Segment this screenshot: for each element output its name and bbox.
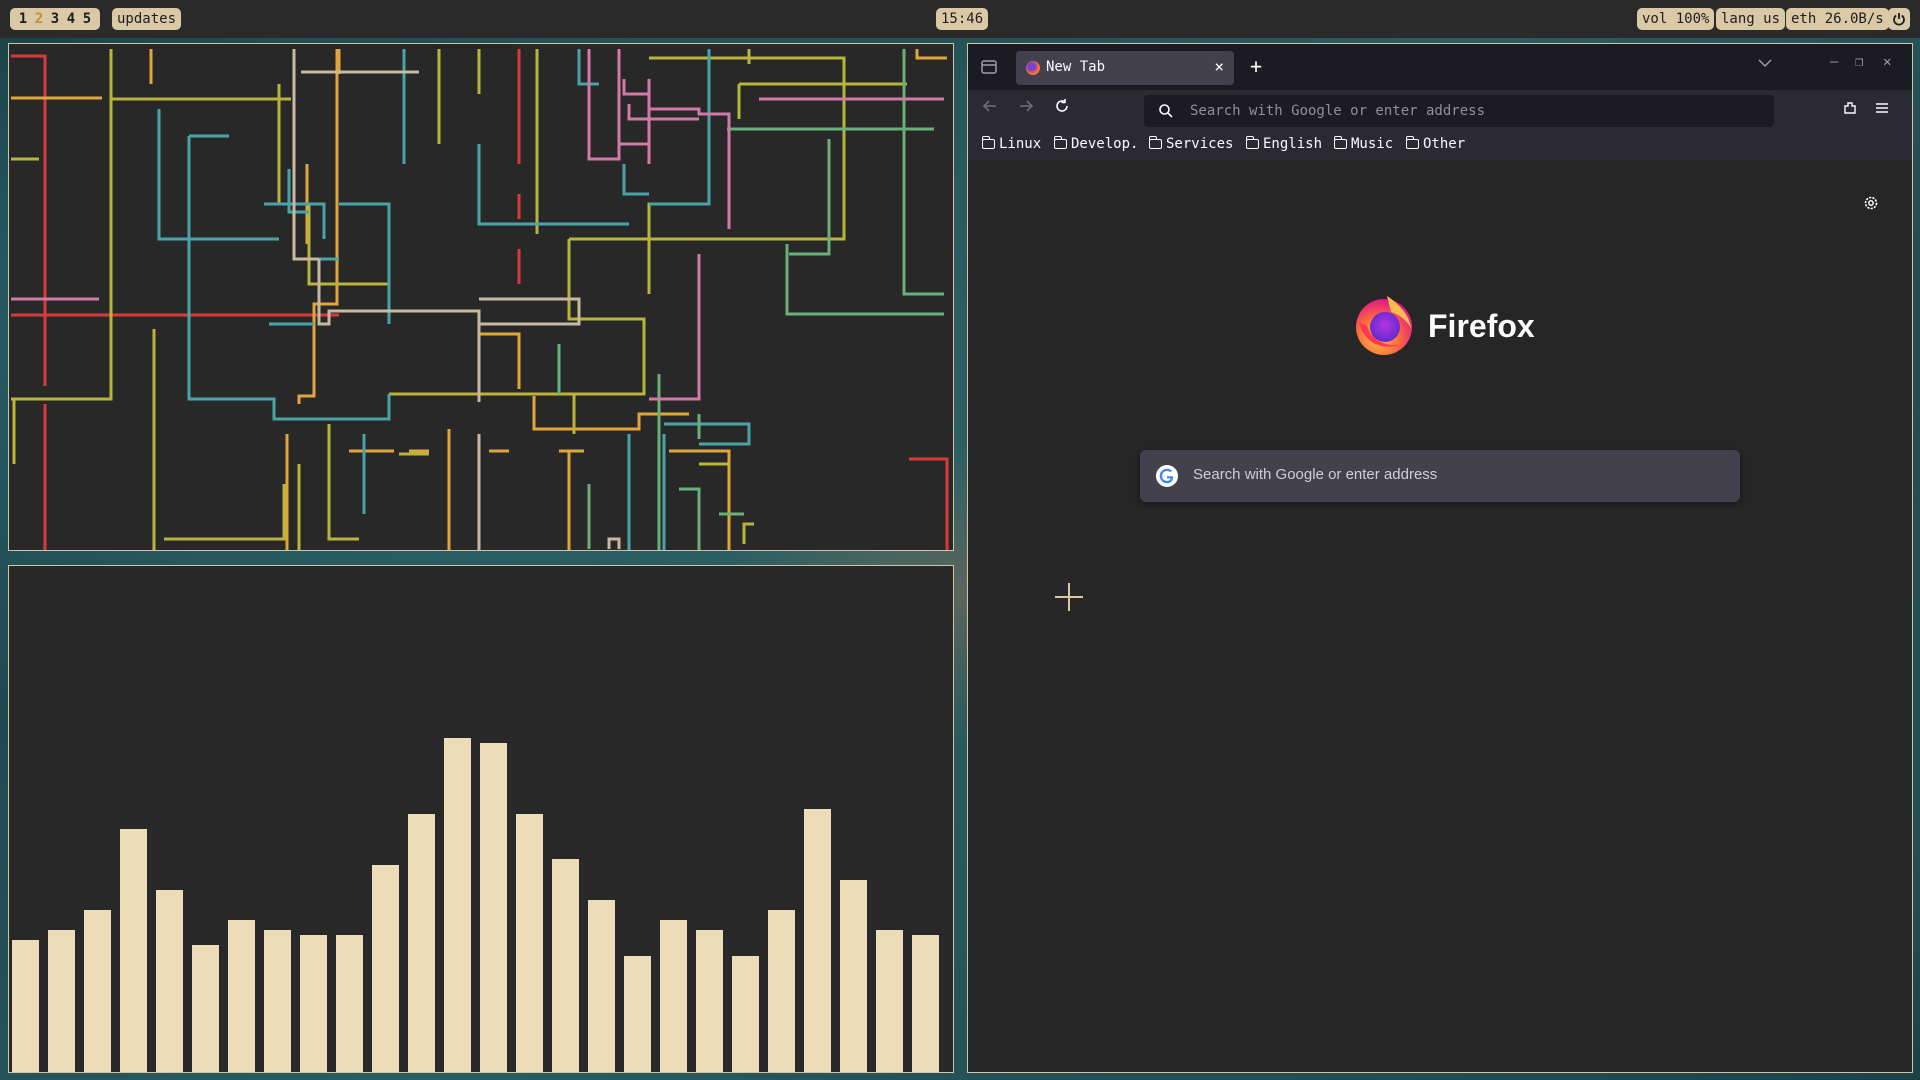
puzzle-icon (1844, 102, 1856, 114)
visualizer-bar (660, 920, 687, 1072)
new-tab-page: Firefox Search with Google or enter addr… (968, 160, 1912, 1072)
bookmark-folder-develop[interactable]: Develop. (1053, 136, 1138, 152)
visualizer-bar (48, 930, 75, 1072)
workspace-4[interactable]: 4 (63, 8, 79, 30)
menu-button[interactable] (1874, 100, 1890, 120)
search-placeholder: Search with Google or enter address (1193, 466, 1438, 483)
hamburger-menu-icon (1876, 103, 1888, 113)
tab-bar: New Tab × + – ❐ ✕ (968, 44, 1912, 90)
visualizer-bars (12, 738, 939, 1072)
visualizer-bar (264, 930, 291, 1072)
bookmark-folder-linux[interactable]: Linux (981, 136, 1041, 152)
restore-button[interactable]: ❐ (1855, 54, 1863, 70)
visualizer-bar (516, 814, 543, 1072)
visualizer-bar (336, 935, 363, 1072)
close-window-button[interactable]: ✕ (1883, 54, 1891, 70)
power-button[interactable] (1888, 8, 1910, 30)
tab-title: New Tab (1046, 59, 1106, 75)
bookmark-folder-music[interactable]: Music (1333, 136, 1393, 152)
visualizer-bar (192, 945, 219, 1072)
visualizer-bar (912, 935, 939, 1072)
tab-new-tab[interactable]: New Tab × (1016, 51, 1234, 85)
gear-icon[interactable] (1862, 194, 1880, 212)
list-all-tabs-button[interactable] (1758, 56, 1772, 72)
visualizer-bar (408, 814, 435, 1072)
folder-icon (1405, 136, 1419, 149)
visualizer-bar (444, 738, 471, 1072)
chevron-down-icon (1758, 59, 1772, 68)
visualizer-bar (120, 829, 147, 1072)
updates-widget[interactable]: updates (112, 8, 182, 30)
visualizer-bar (876, 930, 903, 1072)
back-arrow-icon (982, 100, 996, 112)
forward-arrow-icon (1020, 100, 1034, 112)
mouse-crosshair-cursor (1055, 583, 1083, 611)
reload-button[interactable] (1054, 98, 1070, 119)
minimize-button[interactable]: – (1830, 54, 1838, 70)
close-tab-icon[interactable]: × (1214, 57, 1224, 76)
language-widget[interactable]: lang us (1716, 8, 1786, 30)
audio-visualizer-window[interactable] (8, 565, 954, 1073)
workspace-switcher[interactable]: 12345 (10, 8, 100, 30)
visualizer-bar (624, 956, 651, 1072)
power-icon (1893, 13, 1905, 26)
folder-icon (1245, 136, 1259, 149)
visualizer-bar (732, 956, 759, 1072)
visualizer-bar (768, 910, 795, 1072)
folder-icon (981, 136, 995, 149)
back-button[interactable] (982, 98, 998, 119)
status-bar: 12345 updates 15:46 vol 100% lang us eth… (0, 0, 1920, 38)
visualizer-bar (300, 935, 327, 1072)
firefox-wordmark: Firefox (1428, 308, 1535, 344)
volume-widget[interactable]: vol 100% (1637, 8, 1715, 30)
folder-icon (1053, 136, 1067, 149)
folder-icon (1148, 136, 1162, 149)
visualizer-bar (480, 743, 507, 1072)
visualizer-bar (804, 809, 831, 1072)
url-bar[interactable]: Search with Google or enter address (1144, 95, 1774, 127)
firefox-window[interactable]: New Tab × + – ❐ ✕ Search with Google or … (967, 43, 1913, 1073)
bookmark-folder-services[interactable]: Services (1148, 136, 1233, 152)
visualizer-bar (84, 910, 111, 1072)
reload-icon (1056, 99, 1068, 112)
visualizer-bar (588, 900, 615, 1072)
workspace-3[interactable]: 3 (47, 8, 63, 30)
visualizer-bar (840, 880, 867, 1072)
clock: 15:46 (936, 8, 989, 30)
firefox-view-icon[interactable] (980, 58, 998, 76)
folder-icon (1333, 136, 1347, 149)
bookmark-folder-other[interactable]: Other (1405, 136, 1465, 152)
pipes-animation (11, 49, 949, 550)
forward-button[interactable] (1018, 98, 1034, 119)
extensions-button[interactable] (1842, 100, 1858, 120)
workspace-2[interactable]: 2 (31, 8, 47, 30)
visualizer-bar (228, 920, 255, 1072)
google-g-icon (1156, 465, 1178, 487)
visualizer-bar (552, 859, 579, 1072)
workspace-5[interactable]: 5 (79, 8, 95, 30)
url-bar-placeholder: Search with Google or enter address (1190, 103, 1486, 119)
visualizer-bar (156, 890, 183, 1072)
visualizer-bar (696, 930, 723, 1072)
firefox-logo-icon (1356, 296, 1412, 355)
bookmark-folder-english[interactable]: English (1245, 136, 1322, 152)
search-icon (1159, 104, 1173, 118)
pipes-terminal-window[interactable] (8, 43, 954, 551)
workspace-1[interactable]: 1 (15, 8, 31, 30)
new-tab-search-box[interactable]: Search with Google or enter address (1140, 450, 1740, 502)
network-widget: eth 26.0B/s (1786, 8, 1889, 30)
visualizer-bar (372, 865, 399, 1072)
firefox-favicon-icon (1026, 61, 1040, 75)
new-tab-button[interactable]: + (1250, 54, 1262, 78)
bookmarks-toolbar: Linux Develop. Services English Music Ot… (968, 130, 1912, 160)
visualizer-bar (12, 940, 39, 1072)
navigation-toolbar: Search with Google or enter address (968, 90, 1912, 130)
